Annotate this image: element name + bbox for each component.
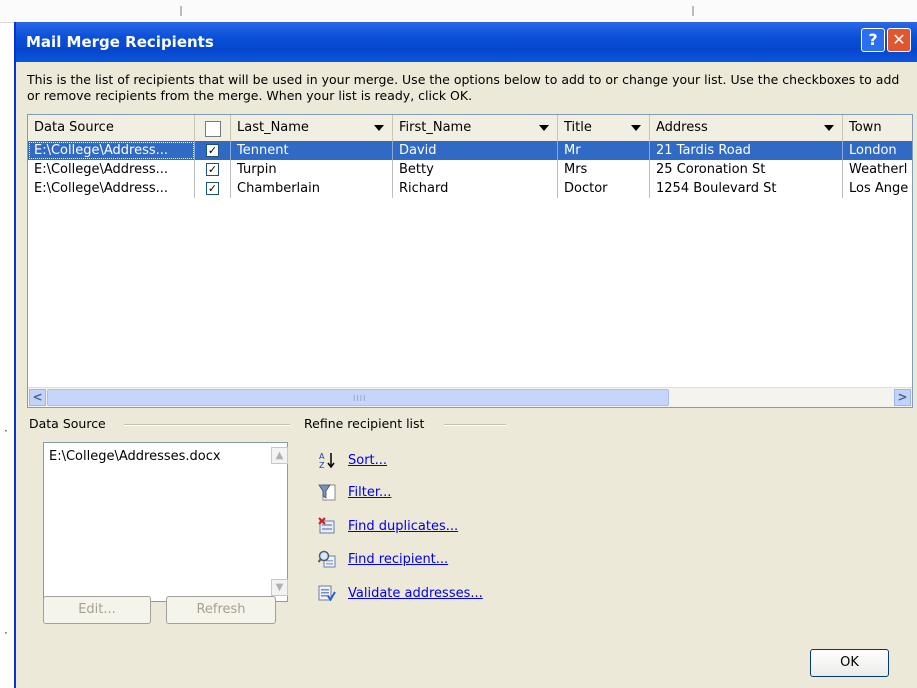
cell-first-name: Betty <box>393 160 558 179</box>
cell-title: Mrs <box>558 160 650 179</box>
row-checkbox[interactable]: ✓ <box>206 182 219 195</box>
column-header-data-source[interactable]: Data Source <box>28 115 195 141</box>
select-all-checkbox[interactable] <box>205 121 221 137</box>
svg-text:A: A <box>319 452 325 461</box>
column-header-address[interactable]: Address <box>650 115 843 141</box>
data-source-group-label: Data Source <box>29 416 106 431</box>
close-button[interactable]: ✕ <box>887 28 911 52</box>
sort-dropdown-icon[interactable] <box>374 125 384 131</box>
cell-data-source: E:\College\Address... <box>28 160 195 179</box>
cell-address: 21 Tardis Road <box>650 141 843 160</box>
mail-merge-dialog: Mail Merge Recipients ? ✕ This is the li… <box>14 22 917 688</box>
validate-addresses-icon <box>318 585 336 602</box>
row-checkbox[interactable]: ✓ <box>206 144 219 157</box>
cell-last-name: Tennent <box>231 141 393 160</box>
cell-address: 25 Coronation St <box>650 160 843 179</box>
cell-checkbox: ✓ <box>195 141 231 160</box>
sort-link[interactable]: Sort... <box>348 453 387 468</box>
list-header: Data Source Last_Name First_Name Title A… <box>28 115 912 142</box>
cell-last-name: Turpin <box>231 160 393 179</box>
cell-title: Mr <box>558 141 650 160</box>
validate-addresses-link[interactable]: Validate addresses... <box>348 586 483 601</box>
background-mark <box>180 6 182 16</box>
column-header-first-name[interactable]: First_Name <box>393 115 558 141</box>
cell-checkbox: ✓ <box>195 160 231 179</box>
cell-data-source: E:\College\Address... <box>28 141 195 160</box>
column-header-checkbox[interactable] <box>195 115 231 141</box>
cell-data-source: E:\College\Address... <box>28 179 195 198</box>
cell-checkbox: ✓ <box>195 179 231 198</box>
cell-address: 1254 Boulevard St <box>650 179 843 198</box>
table-row[interactable]: E:\College\Address... ✓ Turpin Betty Mrs… <box>28 160 912 179</box>
background-tick: · <box>4 424 8 438</box>
sort-dropdown-icon[interactable] <box>631 125 641 131</box>
find-recipient-icon <box>318 550 336 568</box>
column-header-town[interactable]: Town <box>843 115 912 141</box>
table-row[interactable]: E:\College\Address... ✓ Chamberlain Rich… <box>28 179 912 198</box>
group-divider <box>124 424 290 426</box>
dialog-title: Mail Merge Recipients <box>26 33 214 51</box>
background-tick: · <box>4 626 8 640</box>
find-duplicates-icon <box>318 517 335 534</box>
column-label-title: Title <box>564 120 592 135</box>
listbox-scroll-up-button[interactable]: ▲ <box>271 447 288 464</box>
sort-az-icon: A Z <box>319 452 335 469</box>
filter-link[interactable]: Filter... <box>348 485 391 500</box>
sort-dropdown-icon[interactable] <box>824 125 834 131</box>
horizontal-scrollbar[interactable]: < IIII > <box>28 387 912 407</box>
table-row[interactable]: E:\College\Address... ✓ Tennent David Mr… <box>28 141 912 160</box>
column-label-last-name: Last_Name <box>237 120 309 135</box>
refresh-button[interactable]: Refresh <box>166 596 276 624</box>
column-header-title[interactable]: Title <box>558 115 650 141</box>
svg-text:Z: Z <box>319 461 325 469</box>
ok-button[interactable]: OK <box>810 649 889 677</box>
edit-button[interactable]: Edit... <box>43 596 151 624</box>
background-mark <box>692 6 694 16</box>
group-divider <box>444 424 506 426</box>
scroll-left-button[interactable]: < <box>29 389 46 406</box>
cell-town: Los Ange <box>849 181 909 196</box>
column-header-last-name[interactable]: Last_Name <box>231 115 393 141</box>
listbox-scroll-down-button[interactable]: ▼ <box>271 579 288 596</box>
scroll-grip-icon: IIII <box>353 394 367 403</box>
find-recipient-link[interactable]: Find recipient... <box>348 552 448 567</box>
cell-last-name: Chamberlain <box>231 179 393 198</box>
column-label-address: Address <box>656 120 708 135</box>
filter-funnel-icon <box>318 484 336 501</box>
cell-title: Doctor <box>558 179 650 198</box>
help-button[interactable]: ? <box>861 28 885 52</box>
cell-first-name: Richard <box>393 179 558 198</box>
recipient-list[interactable]: Data Source Last_Name First_Name Title A… <box>27 114 913 408</box>
find-duplicates-link[interactable]: Find duplicates... <box>348 519 458 534</box>
scroll-right-button[interactable]: > <box>894 389 911 406</box>
cell-first-name: David <box>393 141 558 160</box>
refine-group-label: Refine recipient list <box>304 416 425 431</box>
background-window-strip <box>0 0 917 23</box>
scroll-thumb[interactable]: IIII <box>47 389 669 406</box>
sort-dropdown-icon[interactable] <box>539 125 549 131</box>
row-checkbox[interactable]: ✓ <box>206 163 219 176</box>
column-label-first-name: First_Name <box>399 120 472 135</box>
cell-town: Weatherl <box>849 162 908 177</box>
dialog-titlebar: Mail Merge Recipients ? ✕ <box>16 22 917 62</box>
cell-town: London <box>849 143 897 158</box>
data-source-item[interactable]: E:\College\Addresses.docx <box>49 449 221 464</box>
dialog-description: This is the list of recipients that will… <box>27 72 900 103</box>
data-source-listbox[interactable]: E:\College\Addresses.docx ▲ ▼ <box>43 442 288 602</box>
